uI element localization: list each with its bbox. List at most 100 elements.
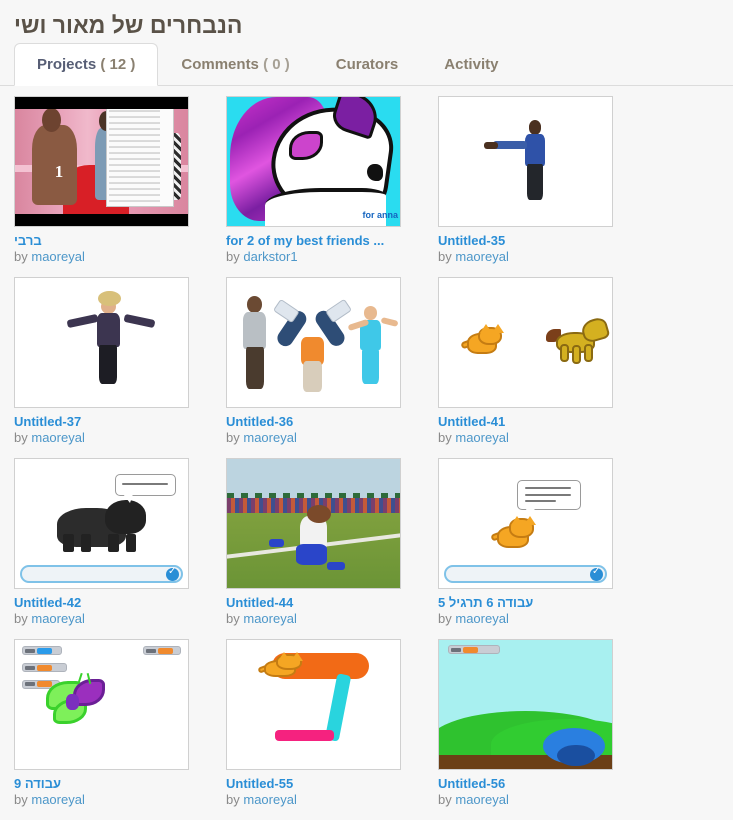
thumb-art-dog-question bbox=[15, 459, 188, 588]
ask-input-bar[interactable] bbox=[444, 565, 607, 583]
project-title[interactable]: Untitled-36 bbox=[226, 414, 401, 429]
project-title[interactable]: עבודה 9 bbox=[14, 776, 189, 791]
gallery-page: הנבחרים של מאור ושי Projects ( 12 ) Comme… bbox=[0, 0, 733, 807]
project-title[interactable]: Untitled-44 bbox=[226, 595, 401, 610]
author-username-link[interactable]: maoreyal bbox=[455, 611, 508, 626]
thumb-art-butterfly bbox=[15, 640, 188, 769]
project-title[interactable]: Untitled-55 bbox=[226, 776, 401, 791]
by-label: by bbox=[438, 792, 452, 807]
by-label: by bbox=[226, 249, 240, 264]
thumb-art-cat-and-horse bbox=[439, 278, 612, 407]
tab-comments[interactable]: Comments ( 0 ) bbox=[158, 43, 312, 86]
project-author: by maoreyal bbox=[226, 430, 410, 446]
thumb-signature-text: for anna bbox=[362, 210, 398, 220]
project-thumbnail[interactable] bbox=[226, 277, 401, 408]
project-card[interactable]: Untitled-42by maoreyal bbox=[14, 458, 198, 627]
project-card[interactable]: עבודה 6 תרגיל 5by maoreyal bbox=[438, 458, 622, 627]
person-sprite bbox=[237, 296, 272, 389]
thumb-art-pen-lines bbox=[227, 640, 400, 769]
project-title[interactable]: Untitled-56 bbox=[438, 776, 613, 791]
project-card[interactable]: Untitled-35 by maoreyal bbox=[438, 96, 622, 265]
variable-watcher bbox=[21, 663, 67, 673]
author-username-link[interactable]: maoreyal bbox=[243, 792, 296, 807]
project-title[interactable]: Untitled-37 bbox=[14, 414, 189, 429]
project-author: by maoreyal bbox=[438, 249, 622, 265]
tab-strip: Projects ( 12 ) Comments ( 0 ) Curators Act… bbox=[0, 42, 733, 86]
ask-submit-icon[interactable] bbox=[590, 566, 603, 581]
author-username-link[interactable]: maoreyal bbox=[243, 430, 296, 445]
author-username-link[interactable]: darkstor1 bbox=[243, 249, 297, 264]
tab-projects[interactable]: Projects ( 12 ) bbox=[14, 43, 159, 86]
variable-watcher bbox=[447, 645, 500, 655]
project-thumbnail[interactable] bbox=[226, 639, 401, 770]
project-thumbnail[interactable] bbox=[14, 458, 189, 589]
author-username-link[interactable]: maoreyal bbox=[243, 611, 296, 626]
project-title[interactable]: Untitled-41 bbox=[438, 414, 613, 429]
project-author: by maoreyal bbox=[226, 792, 410, 808]
variable-watcher bbox=[143, 646, 182, 656]
butterfly-sprite bbox=[46, 672, 106, 725]
tab-curators[interactable]: Curators bbox=[313, 43, 422, 86]
scratch-cat-sprite bbox=[460, 322, 505, 361]
author-username-link[interactable]: maoreyal bbox=[455, 249, 508, 264]
author-username-link[interactable]: maoreyal bbox=[31, 430, 84, 445]
author-username-link[interactable]: maoreyal bbox=[31, 611, 84, 626]
thumb-art-breakdance bbox=[227, 278, 400, 407]
ask-input-bar[interactable] bbox=[20, 565, 183, 583]
tab-label: Comments bbox=[181, 56, 259, 73]
project-card[interactable]: עבודה 9 by maoreyal bbox=[14, 639, 198, 808]
by-label: by bbox=[14, 249, 28, 264]
horse-sprite bbox=[546, 314, 612, 366]
author-username-link[interactable]: maoreyal bbox=[31, 249, 84, 264]
project-title[interactable]: for 2 of my best friends ... bbox=[226, 233, 401, 248]
page-title: הנבחרים של מאור ושי bbox=[14, 12, 243, 38]
project-card[interactable]: Untitled-36 by maoreyal bbox=[226, 277, 410, 446]
project-thumbnail[interactable] bbox=[226, 458, 401, 589]
project-title[interactable]: Untitled-42 bbox=[14, 595, 189, 610]
project-card[interactable]: Untitled-41 by maoreyal bbox=[438, 277, 622, 446]
tab-label: Activity bbox=[444, 56, 499, 73]
by-label: by bbox=[14, 792, 28, 807]
scratch-cat-sprite bbox=[490, 513, 537, 554]
project-author: by maoreyal bbox=[438, 792, 622, 808]
project-thumbnail[interactable] bbox=[438, 639, 613, 770]
project-author: by maoreyal bbox=[438, 611, 622, 627]
project-title[interactable]: עבודה 6 תרגיל 5 bbox=[438, 595, 613, 610]
project-card[interactable]: Untitled-55 by maoreyal bbox=[226, 639, 410, 808]
project-title[interactable]: Untitled-35 bbox=[438, 233, 613, 248]
project-card[interactable]: for anna for 2 of my best friends ... by d… bbox=[226, 96, 410, 265]
project-thumbnail[interactable]: 1 bbox=[14, 96, 189, 227]
variable-watcher bbox=[21, 646, 62, 656]
project-thumbnail[interactable] bbox=[14, 639, 189, 770]
project-author: by maoreyal bbox=[226, 611, 410, 627]
project-thumbnail[interactable] bbox=[438, 458, 613, 589]
project-thumbnail[interactable]: for anna bbox=[226, 96, 401, 227]
project-card[interactable]: Untitled-37 by maoreyal bbox=[14, 277, 198, 446]
tab-label: Curators bbox=[335, 56, 399, 73]
tab-activity[interactable]: Activity bbox=[421, 43, 521, 86]
project-author: by maoreyal bbox=[14, 430, 198, 446]
project-thumbnail[interactable] bbox=[438, 277, 613, 408]
project-card[interactable]: Untitled-56 by maoreyal bbox=[438, 639, 622, 808]
author-username-link[interactable]: maoreyal bbox=[455, 430, 508, 445]
project-card[interactable]: Untitled-44 by maoreyal bbox=[226, 458, 410, 627]
project-author: by darkstor1 bbox=[226, 249, 410, 265]
project-thumbnail[interactable] bbox=[438, 96, 613, 227]
project-thumbnail[interactable] bbox=[14, 277, 189, 408]
project-author: by maoreyal bbox=[14, 249, 198, 265]
project-grid: 1 ברבי by maoreyal for anna for 2 of my best… bbox=[0, 86, 733, 820]
thumb-art-landscape bbox=[439, 640, 612, 769]
gallery-header: הנבחרים של מאור ושי bbox=[0, 0, 733, 42]
by-label: by bbox=[226, 611, 240, 626]
project-author: by maoreyal bbox=[438, 430, 622, 446]
by-label: by bbox=[226, 430, 240, 445]
project-card[interactable]: 1 ברבי by maoreyal bbox=[14, 96, 198, 265]
author-username-link[interactable]: maoreyal bbox=[31, 792, 84, 807]
project-title[interactable]: ברבי bbox=[14, 233, 189, 248]
by-label: by bbox=[438, 611, 452, 626]
person-sprite bbox=[91, 298, 126, 384]
project-author: by maoreyal bbox=[14, 611, 198, 627]
author-username-link[interactable]: maoreyal bbox=[455, 792, 508, 807]
ask-submit-icon[interactable] bbox=[166, 566, 179, 581]
by-label: by bbox=[438, 430, 452, 445]
